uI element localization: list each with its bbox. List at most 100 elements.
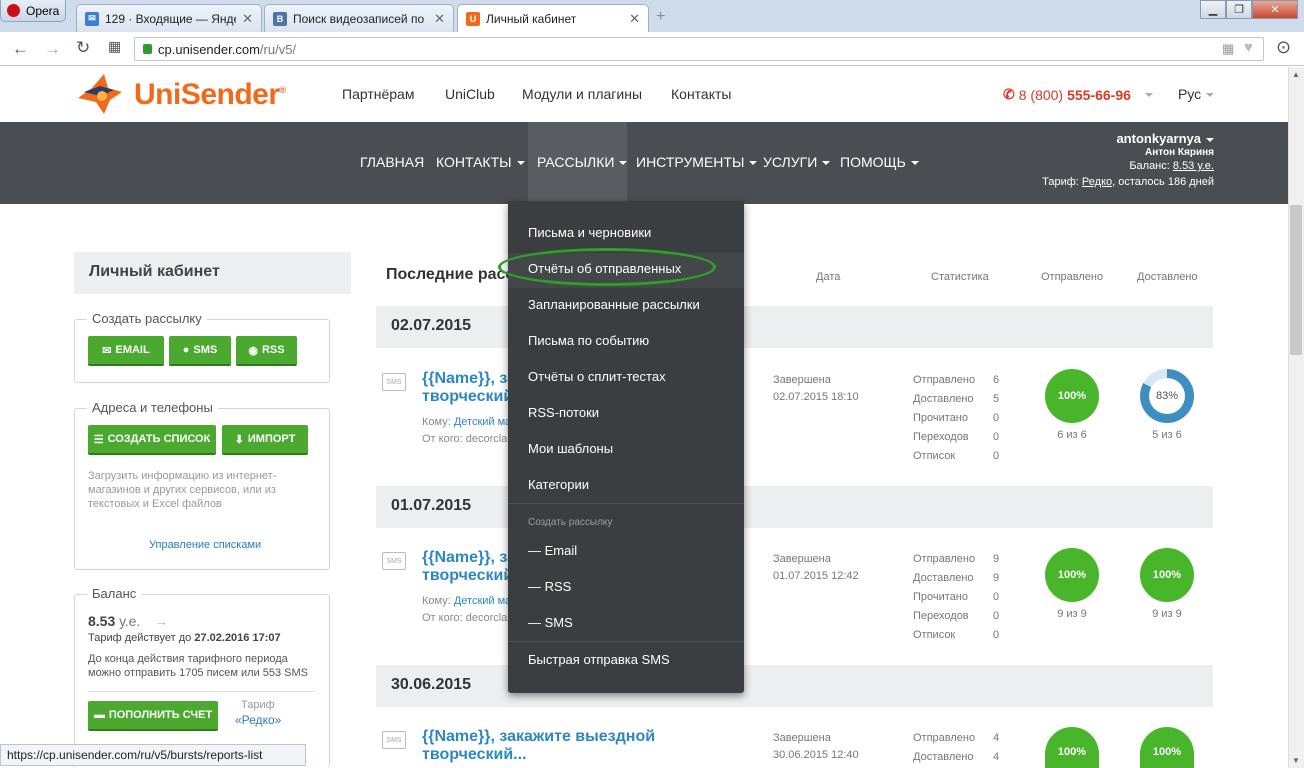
close-tab-icon[interactable]: ✕: [242, 11, 253, 27]
highlight-ellipse-annotation: [498, 248, 716, 286]
import-button[interactable]: ⬇ ИМПОРТ: [222, 425, 308, 455]
button-label: RSS: [261, 344, 285, 356]
recipient-list-link[interactable]: Детский мастер-класс: [454, 595, 508, 607]
opera-logo-icon: [7, 4, 20, 17]
maximize-icon[interactable]: ❐: [1226, 0, 1252, 19]
header-link-partners[interactable]: Партнёрам: [342, 86, 414, 102]
menu-item-create-email[interactable]: — Email: [528, 543, 577, 558]
button-label: СОЗДАТЬ СПИСОК: [107, 433, 211, 445]
create-email-button[interactable]: ✉ EMAIL: [88, 336, 164, 366]
menu-item-rss-feeds[interactable]: RSS-потоки: [528, 405, 599, 420]
menu-item-categories[interactable]: Категории: [528, 477, 589, 492]
chevron-down-icon: [749, 161, 758, 166]
tariff-link[interactable]: «Редко»: [235, 713, 281, 727]
menu-item-create-rss[interactable]: — RSS: [528, 579, 571, 594]
manage-lists-link[interactable]: Управление списками: [149, 539, 261, 551]
campaign-title[interactable]: {{Name}}, закажите выезднойтворческий...: [422, 728, 672, 764]
language-selector[interactable]: Рус: [1178, 86, 1215, 102]
nav-contacts[interactable]: КОНТАКТЫ: [436, 154, 525, 170]
menu-item-split-tests[interactable]: Отчёты о сплит-тестах: [528, 369, 666, 384]
create-sms-button[interactable]: ● SMS: [169, 336, 231, 366]
stat-label: Прочитано: [913, 412, 968, 424]
header-link-contacts[interactable]: Контакты: [671, 86, 731, 102]
tariff-name[interactable]: Редко: [1082, 176, 1112, 188]
unisender-logo[interactable]: UniSender®: [134, 78, 286, 112]
menu-item-templates[interactable]: Мои шаблоны: [528, 441, 613, 456]
nav-services[interactable]: УСЛУГИ: [763, 154, 831, 170]
stat-row: Прочитано 0: [913, 409, 1013, 428]
tab-vk-video[interactable]: B Поиск видеозаписей по з ✕: [264, 4, 454, 32]
heart-icon[interactable]: ♥: [1244, 39, 1253, 56]
account-tariff: Тариф: Редко, осталось 186 дней: [1042, 174, 1214, 190]
campaign-title[interactable]: {{Name}}, закажите выезднойтворческий...: [422, 370, 510, 406]
close-tab-icon[interactable]: ✕: [629, 11, 640, 27]
stat-label: Доставлено: [913, 572, 974, 584]
create-list-button[interactable]: ☰ СОЗДАТЬ СПИСОК: [88, 425, 216, 455]
create-rss-button[interactable]: ◉ RSS: [236, 336, 297, 366]
address-bar-input[interactable]: cp.unisender.com/ru/v5/: [134, 37, 1264, 61]
nav-label: ИНСТРУМЕНТЫ: [636, 154, 745, 170]
account-username[interactable]: antonkyarnya: [1042, 131, 1214, 147]
account-panel: antonkyarnya Антон Кяриня Баланс: 8.53 у…: [1042, 131, 1214, 190]
scrollbar-thumb[interactable]: [1290, 205, 1302, 355]
campaign-title-line1: {{Name}}, закажите выездной: [422, 549, 510, 566]
lock-icon: [143, 44, 152, 54]
opera-menu-button[interactable]: Opera: [0, 0, 66, 22]
status-text: Завершена: [773, 374, 831, 386]
recipient-list-link[interactable]: Детский мастер-класс: [454, 416, 508, 428]
phone-number[interactable]: ✆ 8 (800) 555-66-96: [1003, 86, 1153, 103]
campaign-title[interactable]: {{Name}}, закажите выезднойтворческий...: [422, 549, 510, 585]
addresses-box: Адреса и телефоны ☰ СОЗДАТЬ СПИСОК ⬇ ИМПОР…: [74, 400, 330, 570]
divider: [88, 691, 316, 692]
grid-icon[interactable]: ▦: [1222, 41, 1234, 57]
menu-item-event-letters[interactable]: Письма по событию: [528, 333, 649, 348]
chevron-down-icon: [1144, 92, 1153, 97]
nav-home[interactable]: ГЛАВНАЯ: [360, 154, 424, 170]
url-host: cp.unisender.com: [158, 41, 260, 57]
tariff-note: До конца действия тарифного периода можн…: [88, 653, 308, 679]
unisender-fox-logo-icon[interactable]: [74, 72, 126, 116]
reload-icon[interactable]: ↻: [76, 38, 90, 58]
nav-help[interactable]: ПОМОЩЬ: [840, 154, 919, 170]
arrow-right-icon[interactable]: →: [154, 613, 168, 629]
url-path: /ru/v5/: [259, 41, 297, 57]
new-tab-icon[interactable]: +: [656, 8, 665, 26]
stat-row: Переходов 0: [913, 428, 1013, 447]
back-arrow-icon[interactable]: ←: [12, 39, 29, 59]
tab-unisender-active[interactable]: U Личный кабинет ✕: [457, 4, 649, 32]
menu-item-create-sms[interactable]: — SMS: [528, 615, 573, 630]
amount-value: 8.53: [88, 613, 116, 629]
nav-tools[interactable]: ИНСТРУМЕНТЫ: [636, 154, 758, 170]
close-window-icon[interactable]: ✕: [1252, 0, 1298, 19]
nav-mailings[interactable]: РАССЫЛКИ: [537, 154, 628, 170]
forward-arrow-icon[interactable]: →: [44, 39, 61, 59]
download-icon[interactable]: ⊙: [1276, 37, 1291, 58]
column-sent: Отправлено: [1041, 271, 1104, 283]
delivered-caption: 5 из 6: [1152, 429, 1182, 441]
list-icon: ☰: [93, 433, 104, 446]
header-link-uniclub[interactable]: UniClub: [445, 86, 495, 102]
minimize-icon[interactable]: ▁: [1200, 0, 1226, 19]
sms-icon: SMS: [382, 731, 406, 749]
top-up-button[interactable]: ▬ ПОПОЛНИТЬ СЧЕТ: [88, 701, 218, 731]
stat-value: 0: [993, 591, 1000, 603]
menu-item-scheduled[interactable]: Запланированные рассылки: [528, 297, 700, 312]
speed-dial-icon[interactable]: ▦: [108, 38, 121, 55]
scroll-down-icon[interactable]: ▼: [1292, 756, 1300, 765]
scroll-up-icon[interactable]: ▲: [1292, 70, 1300, 79]
campaign-title-line2: творческий...: [422, 567, 510, 584]
close-tab-icon[interactable]: ✕: [434, 11, 445, 27]
menu-item-quick-sms[interactable]: Быстрая отправка SMS: [528, 652, 670, 667]
nav-label: ПОМОЩЬ: [840, 154, 906, 170]
import-hint: Загрузить информацию из интернет-магазин…: [88, 470, 277, 510]
header-link-modules[interactable]: Модули и плагины: [522, 86, 642, 102]
stat-label: Доставлено: [913, 751, 974, 763]
campaign-stats: Отправлено 6 Доставлено 5 Прочитано 0 Перех…: [913, 371, 1013, 466]
page-scrollbar[interactable]: [1288, 67, 1304, 768]
tab-yandex-mail[interactable]: ✉ 129 · Входящие — Яндекс ✕: [76, 4, 262, 32]
balance-value[interactable]: 8.53 у.е.: [1173, 160, 1214, 172]
menu-item-letters-drafts[interactable]: Письма и черновики: [528, 225, 651, 240]
date-group-header: 30.06.2015: [376, 665, 1213, 707]
stat-label: Отправлено: [913, 732, 976, 744]
campaign-title-line2: творческий...: [422, 388, 510, 405]
